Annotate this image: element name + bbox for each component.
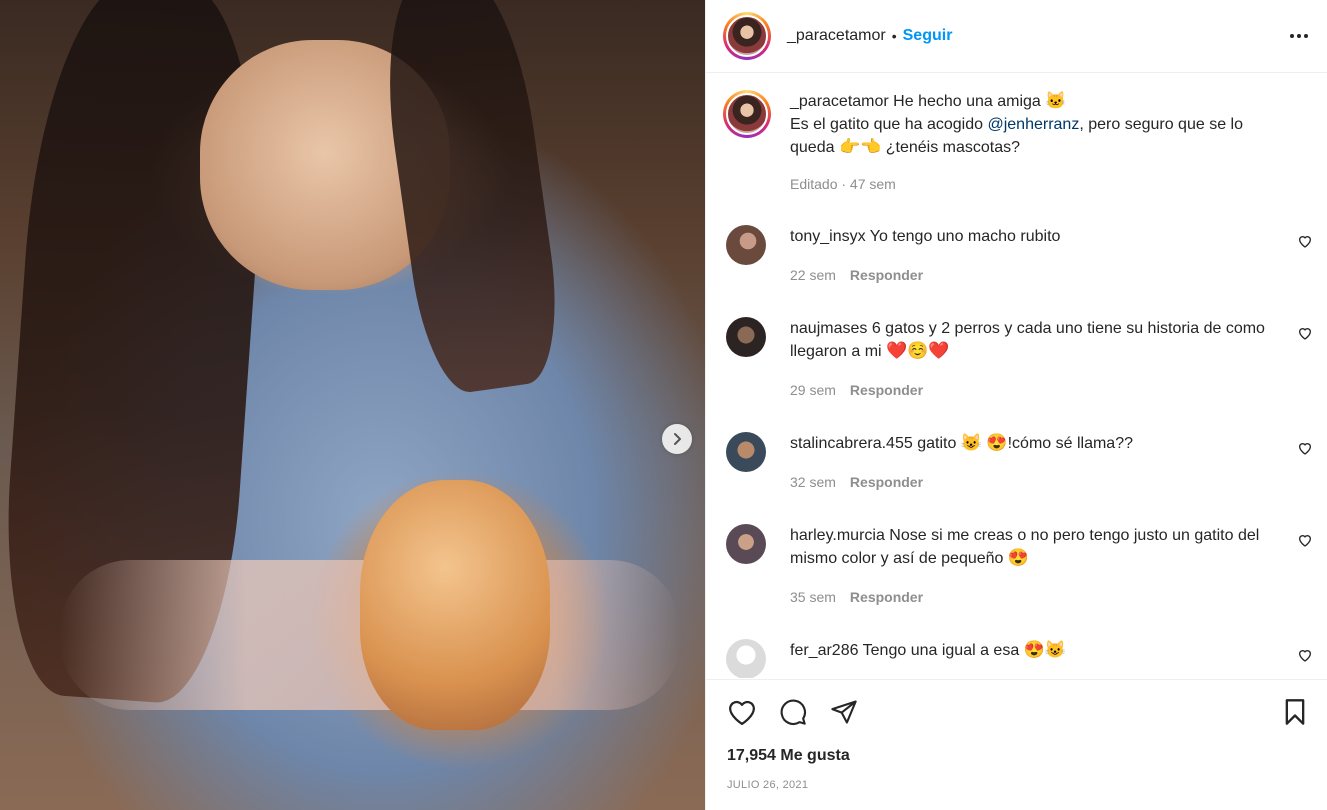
comment-text: Tengo una igual a esa — [862, 642, 1020, 659]
author-avatar[interactable] — [723, 12, 771, 60]
caption-text-2: Es el gatito que ha acogido — [790, 116, 984, 133]
comments-scroll-area[interactable]: _paracetamor He hecho una amiga 🐱 Es el … — [706, 74, 1327, 678]
heart-icon[interactable] — [1297, 532, 1313, 548]
caption-mention-link[interactable]: @jenherranz — [987, 116, 1079, 133]
heart-icon[interactable] — [1297, 440, 1313, 456]
heart-eyes-emoji: 😍 — [1007, 548, 1030, 567]
save-button[interactable] — [1279, 696, 1311, 728]
ellipsis-icon — [1290, 34, 1308, 38]
comment-avatar[interactable] — [726, 225, 766, 265]
comment-item: fer_ar286 Tengo una igual a esa 😍😺 — [706, 639, 1327, 678]
comment-avatar[interactable] — [726, 317, 766, 357]
comment-avatar[interactable] — [726, 432, 766, 472]
post-details-panel: _paracetamor • Seguir _paracetamor He he… — [705, 0, 1327, 810]
comment-item: harley.murcia Nose si me creas o no pero… — [706, 524, 1327, 609]
paper-plane-icon — [831, 700, 857, 724]
comment-text: gatito — [917, 435, 957, 452]
pointing-fingers-emoji: 👉👈 — [838, 137, 882, 156]
post-actions: 17,954 Me gusta JULIO 26, 2021 — [706, 679, 1327, 810]
comment-age: 22 sem — [790, 267, 836, 283]
comment-bubble-icon — [780, 699, 806, 725]
like-count[interactable]: 17,954 Me gusta — [706, 728, 1327, 765]
comment-item: stalincabrera.455 gatito 😺 😍!cómo sé lla… — [706, 432, 1327, 494]
comment-button[interactable] — [777, 696, 809, 728]
comment-item: tony_insyx Yo tengo uno macho rubito 22 … — [706, 225, 1327, 287]
author-username[interactable]: _paracetamor — [787, 27, 886, 45]
more-options-button[interactable] — [1287, 24, 1311, 48]
next-photo-button[interactable] — [662, 424, 692, 454]
post-date: JULIO 26, 2021 — [727, 779, 809, 791]
comment-text-b: !cómo sé llama?? — [1007, 435, 1133, 452]
comment-age: 29 sem — [790, 382, 836, 398]
comment-username[interactable]: stalincabrera.455 — [790, 435, 913, 452]
post-header: _paracetamor • Seguir — [706, 0, 1327, 73]
caption-author-avatar[interactable] — [723, 90, 771, 138]
heart-eyes-cat-emoji: 😍😺 — [1023, 640, 1067, 659]
separator-dot: • — [891, 28, 897, 44]
heart-icon — [729, 700, 755, 725]
comment-age: 35 sem — [790, 589, 836, 605]
cat-grin-emoji: 😺 — [960, 433, 982, 452]
reply-button[interactable]: Responder — [850, 267, 923, 283]
heart-icon[interactable] — [1297, 647, 1313, 663]
photo-hair-right — [371, 0, 569, 398]
comment-age: 32 sem — [790, 474, 836, 490]
cat-face-emoji: 🐱 — [1045, 91, 1067, 110]
follow-button[interactable]: Seguir — [903, 27, 953, 45]
post-photo — [0, 0, 705, 810]
reply-button[interactable]: Responder — [850, 382, 923, 398]
comment-text: Yo tengo uno macho rubito — [869, 228, 1061, 245]
comment-username[interactable]: naujmases — [790, 320, 867, 337]
photo-kitten — [360, 480, 550, 730]
comment-avatar[interactable] — [726, 524, 766, 564]
caption-text-1: He hecho una amiga — [893, 93, 1041, 110]
caption-username[interactable]: _paracetamor — [790, 93, 889, 110]
bookmark-icon — [1285, 699, 1305, 725]
heart-icon[interactable] — [1297, 325, 1313, 341]
comment-avatar[interactable] — [726, 639, 766, 678]
post-caption: _paracetamor He hecho una amiga 🐱 Es el … — [706, 74, 1327, 196]
caption-meta: Editado · 47 sem — [790, 176, 896, 192]
share-button[interactable] — [828, 696, 860, 728]
comment-item: naujmases 6 gatos y 2 perros y cada uno … — [706, 317, 1327, 402]
heart-eyes-emoji: 😍 — [986, 433, 1008, 452]
action-icons — [706, 680, 1327, 728]
chevron-right-icon — [674, 433, 681, 445]
hearts-emoji: ❤️☺️❤️ — [886, 341, 950, 360]
comment-username[interactable]: tony_insyx — [790, 228, 866, 245]
caption-text-4: ¿tenéis mascotas? — [885, 139, 1021, 156]
heart-icon[interactable] — [1297, 233, 1313, 249]
reply-button[interactable]: Responder — [850, 474, 923, 490]
like-button[interactable] — [726, 696, 758, 728]
caption-body: _paracetamor He hecho una amiga 🐱 Es el … — [790, 90, 1290, 196]
comment-username[interactable]: harley.murcia — [790, 527, 885, 544]
comment-username[interactable]: fer_ar286 — [790, 642, 859, 659]
reply-button[interactable]: Responder — [850, 589, 923, 605]
